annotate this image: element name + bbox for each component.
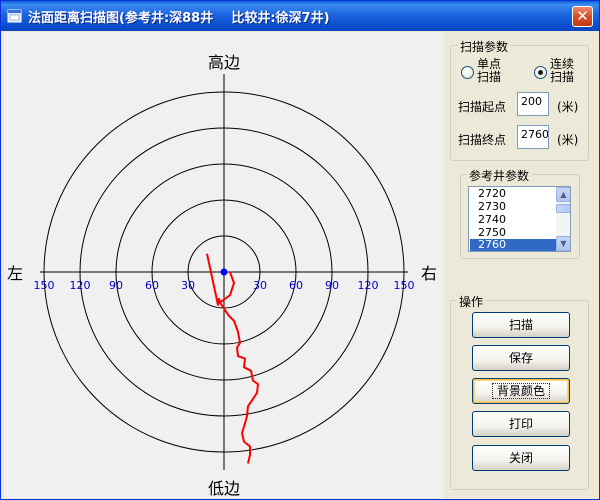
- tick-label-left-60: 60: [145, 279, 159, 292]
- tick-label-left-150: 150: [34, 279, 55, 292]
- continuous-scan-label[interactable]: 连续 扫描: [550, 58, 574, 84]
- background-color-button[interactable]: 背景颜色: [472, 378, 570, 404]
- close-icon: ✕: [576, 7, 589, 25]
- title-bar[interactable]: 法面距离扫描图(参考井:深88井 比较井:徐深7井) ✕: [1, 1, 599, 31]
- tick-label-right-150: 150: [394, 279, 415, 292]
- app-window: 法面距离扫描图(参考井:深88井 比较井:徐深7井) ✕ 150 120 90 60 3…: [0, 0, 600, 500]
- scroll-down-button[interactable]: ▼: [556, 236, 570, 251]
- list-item-selected[interactable]: 2760: [470, 239, 556, 251]
- scan-button-label: 扫描: [508, 318, 533, 332]
- close-window-button[interactable]: ✕: [572, 6, 593, 27]
- tick-label-right-30: 30: [253, 279, 267, 292]
- list-item[interactable]: 2740: [470, 214, 556, 226]
- single-point-label[interactable]: 单点 扫描: [477, 58, 501, 84]
- scan-button[interactable]: 扫描: [472, 312, 570, 338]
- continuous-scan-radio[interactable]: [534, 66, 547, 79]
- single-point-radio[interactable]: [461, 66, 474, 79]
- tick-label-left-120: 120: [70, 279, 91, 292]
- chevron-up-icon: ▲: [560, 190, 567, 199]
- scan-start-unit: (米): [557, 100, 579, 114]
- save-button-label: 保存: [508, 351, 533, 365]
- distance-trace-hook: [219, 271, 235, 304]
- tick-label-left-90: 90: [109, 279, 123, 292]
- reference-well-marker: [220, 268, 228, 276]
- label-right: 右: [421, 264, 437, 283]
- close-button[interactable]: 关闭: [472, 445, 570, 471]
- chevron-down-icon: ▼: [560, 239, 567, 248]
- tick-label-right-60: 60: [289, 279, 303, 292]
- tick-label-left-30: 30: [181, 279, 195, 292]
- label-high-side: 高边: [208, 53, 240, 72]
- window-title: 法面距离扫描图(参考井:深88井 比较井:徐深7井): [28, 11, 330, 26]
- list-item[interactable]: 2730: [470, 201, 556, 213]
- scan-plot: 150 120 90 60 30 30 60 90 120 150 高边 低边 左 右: [7, 53, 437, 498]
- operations-legend: 操作: [457, 293, 486, 310]
- list-item[interactable]: 2720: [470, 188, 556, 200]
- app-icon: [7, 9, 22, 23]
- scan-end-unit: (米): [557, 133, 579, 147]
- ref-well-depth-list[interactable]: 2720 2730 2740 2750 2760 ▲ ▼: [468, 186, 571, 252]
- print-button-label: 打印: [508, 417, 533, 431]
- scroll-up-button[interactable]: ▲: [556, 187, 570, 202]
- scan-end-input[interactable]: 2760: [517, 125, 549, 149]
- close-button-label: 关闭: [508, 451, 533, 465]
- background-color-button-label: 背景颜色: [491, 383, 550, 399]
- print-button[interactable]: 打印: [472, 411, 570, 437]
- scan-start-input[interactable]: 200: [517, 92, 549, 116]
- scan-plot-area: 150 120 90 60 30 30 60 90 120 150 高边 低边 左 右: [4, 32, 444, 498]
- save-button[interactable]: 保存: [472, 345, 570, 371]
- scan-params-legend: 扫描参数: [458, 38, 511, 55]
- list-scrollbar[interactable]: ▲ ▼: [556, 187, 570, 251]
- tick-label-right-90: 90: [325, 279, 339, 292]
- ref-well-params-legend: 参考井参数: [467, 167, 532, 184]
- label-left: 左: [7, 264, 23, 283]
- label-low-side: 低边: [208, 479, 240, 498]
- scroll-thumb[interactable]: [556, 204, 570, 213]
- scan-end-label: 扫描终点: [458, 133, 507, 147]
- scan-start-label: 扫描起点: [458, 100, 507, 114]
- tick-label-right-120: 120: [358, 279, 379, 292]
